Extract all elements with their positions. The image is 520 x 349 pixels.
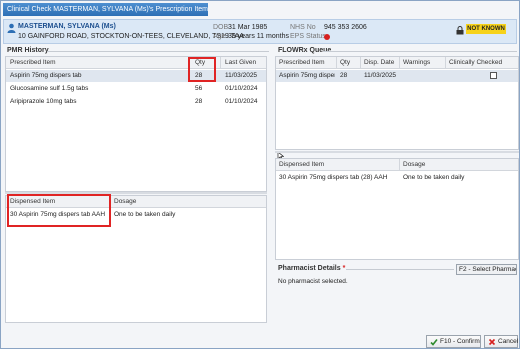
lock-icon <box>456 26 464 35</box>
cell-disp-date: 11/03/2025 <box>364 72 397 79</box>
patient-banner: MASTERMAN, SYLVANA (Ms) 10 GAINFORD ROAD… <box>3 19 517 44</box>
column-divider <box>445 57 446 69</box>
dob-label: DOB <box>213 24 229 31</box>
column-divider <box>220 57 221 69</box>
table-row[interactable]: 30 Aspirin 75mg dispers tab (28) AAH One… <box>276 172 518 184</box>
column-header-qty[interactable]: Qty <box>340 59 350 66</box>
column-header-clinically-checked[interactable]: Clinically Checked <box>449 59 519 66</box>
cell-last-given: 01/10/2024 <box>225 98 258 105</box>
clinically-checked-checkbox[interactable] <box>490 72 497 79</box>
divider <box>47 51 269 52</box>
eps-status-indicator <box>324 34 330 40</box>
cell-prescribed-item: Aspirin 75mg dispers tab <box>10 72 82 79</box>
eps-status-label: EPS Status <box>290 33 326 40</box>
column-header-warnings[interactable]: Warnings <box>403 59 430 66</box>
cell-prescribed-item: Aspirin 75mg dispers tab <box>279 72 335 79</box>
nhs-number: 945 353 2606 <box>324 24 367 31</box>
confirm-button[interactable]: F10 - Confirm <box>426 335 481 348</box>
cancel-button[interactable]: Cancel <box>484 335 518 348</box>
column-divider <box>399 57 400 69</box>
checkmark-icon <box>430 339 438 346</box>
flowrx-dispensed-grid: Dispensed Item Dosage 30 Aspirin 75mg di… <box>275 158 519 260</box>
pmr-history-grid: Prescribed Item Qty Last Given Aspirin 7… <box>5 56 267 192</box>
highlight-box-qty <box>188 57 216 82</box>
patient-address: 10 GAINFORD ROAD, STOCKTON-ON-TEES, CLEV… <box>18 33 245 40</box>
cell-dispensed-item: 30 Aspirin 75mg dispers tab (28) AAH <box>279 174 388 181</box>
pmr-history-title: PMR History <box>7 47 49 54</box>
cell-last-given: 11/03/2025 <box>225 72 258 79</box>
column-header-dispensed-item[interactable]: Dispensed Item <box>279 161 324 168</box>
cell-dosage: One to be taken daily <box>114 211 176 218</box>
window-title: Clinical Check MASTERMAN, SYLVANA (Ms)'s… <box>3 3 208 16</box>
cell-prescribed-item: Aripiprazole 10mg tabs <box>10 98 77 105</box>
patient-name[interactable]: MASTERMAN, SYLVANA (Ms) <box>18 23 116 30</box>
column-header-prescribed-item[interactable]: Prescribed Item <box>279 59 325 66</box>
cell-qty: 56 <box>195 85 203 92</box>
confirm-label: F10 - Confirm <box>440 338 480 345</box>
pharmacist-status: No pharmacist selected. <box>278 278 348 285</box>
divider <box>323 51 517 52</box>
pharmacist-details-title: Pharmacist Details * <box>278 265 345 272</box>
pharmacist-details-label: Pharmacist Details <box>278 265 341 272</box>
table-row[interactable]: Glucosamine sulf 1.5g tabs 56 01/10/2024 <box>6 83 266 95</box>
column-divider <box>336 57 337 69</box>
column-header-dosage[interactable]: Dosage <box>114 198 136 205</box>
column-header-last-given[interactable]: Last Given <box>225 59 256 66</box>
flowrx-dispensed-header: Dispensed Item Dosage <box>276 159 518 171</box>
nhs-label: NHS No <box>290 24 316 31</box>
divider <box>346 269 454 270</box>
close-icon <box>488 338 496 346</box>
flowrx-grid-header: Prescribed Item Qty Disp. Date Warnings … <box>276 57 518 69</box>
status-badge: NOT KNOWN <box>466 24 506 34</box>
table-row[interactable]: Aspirin 75mg dispers tab 28 11/03/2025 <box>276 70 518 82</box>
column-header-disp-date[interactable]: Disp. Date <box>364 59 394 66</box>
select-pharmacist-button[interactable]: F2 - Select Pharmacist <box>456 264 517 275</box>
highlight-box-dispensed-item <box>7 194 111 227</box>
flowrx-queue-grid: Prescribed Item Qty Disp. Date Warnings … <box>275 56 519 150</box>
column-header-dosage[interactable]: Dosage <box>403 161 425 168</box>
dob-value: 31 Mar 1985 <box>228 24 268 31</box>
cell-qty: 28 <box>195 98 203 105</box>
cell-dosage: One to be taken daily <box>403 174 465 181</box>
cell-last-given: 01/10/2024 <box>225 85 258 92</box>
cell-qty: 28 <box>340 72 348 79</box>
cancel-label: Cancel <box>498 338 519 345</box>
age-label: Age <box>213 33 226 40</box>
patient-icon <box>7 23 16 33</box>
title-bar: Clinical Check MASTERMAN, SYLVANA (Ms)'s… <box>1 1 519 18</box>
column-header-prescribed-item[interactable]: Prescribed Item <box>10 59 56 66</box>
table-row[interactable]: Aspirin 75mg dispers tab 28 11/03/2025 <box>6 70 266 82</box>
column-divider <box>399 159 400 171</box>
panel-splitter[interactable] <box>275 151 519 153</box>
pmr-grid-header: Prescribed Item Qty Last Given <box>6 57 266 69</box>
column-divider <box>360 57 361 69</box>
required-mark: * <box>342 265 346 272</box>
clinical-check-window: Clinical Check MASTERMAN, SYLVANA (Ms)'s… <box>0 0 520 349</box>
table-row[interactable]: Aripiprazole 10mg tabs 28 01/10/2024 <box>6 96 266 108</box>
age-value: 39 years 11 months <box>228 33 289 40</box>
cell-prescribed-item: Glucosamine sulf 1.5g tabs <box>10 85 89 92</box>
